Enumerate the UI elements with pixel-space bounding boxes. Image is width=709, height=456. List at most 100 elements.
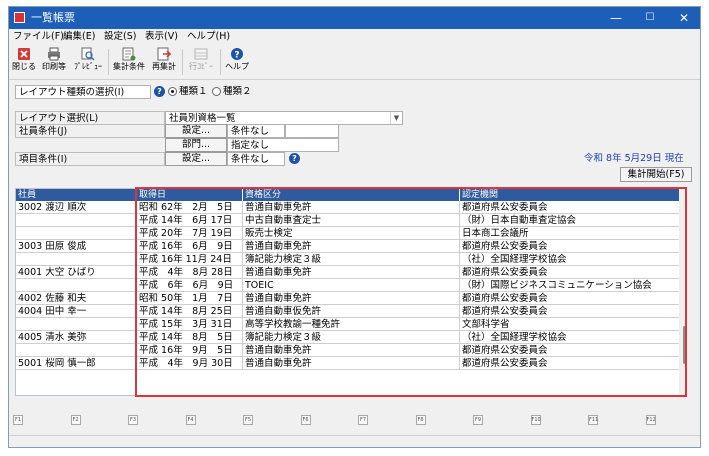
menu-edit[interactable]: 編集(E) — [63, 30, 95, 44]
cell-date[interactable]: 昭和 50年 1月 7日 — [137, 292, 243, 305]
cell-authority[interactable]: 都道府県公安委員会 — [460, 201, 686, 214]
layout-kind-option1-label[interactable]: 種類１ — [179, 85, 208, 99]
item-condition-help-icon[interactable]: ? — [289, 153, 300, 164]
maximize-button[interactable]: ☐ — [633, 7, 667, 29]
cell-employee[interactable] — [16, 279, 137, 292]
layout-kind-option2-label[interactable]: 種類２ — [223, 85, 252, 99]
function-key-f5[interactable]: F5 — [243, 415, 253, 425]
employee-settings-button[interactable]: 設定... — [165, 124, 227, 138]
cell-date[interactable]: 平成 14年 6月 17日 — [137, 214, 243, 227]
cell-employee[interactable]: 4002 佐藤 和夫 — [16, 292, 137, 305]
cell-date[interactable]: 平成 4年 9月 30日 — [137, 357, 243, 370]
cell-authority[interactable]: （財）国際ビジネスコミュニケーション協会 — [460, 279, 686, 292]
cell-date[interactable]: 平成 16年 9月 5日 — [137, 344, 243, 357]
cell-date[interactable]: 昭和 62年 2月 5日 — [137, 201, 243, 214]
cell-qualification[interactable]: 簿記能力検定３級 — [243, 253, 460, 266]
start-aggregation-button[interactable]: 集計開始(F5) — [620, 167, 692, 182]
cell-authority[interactable]: （財）日本自動車査定協会 — [460, 214, 686, 227]
cell-date[interactable]: 平成 15年 3月 31日 — [137, 318, 243, 331]
cell-employee[interactable] — [16, 253, 137, 266]
layout-kind-option2-radio[interactable] — [212, 87, 221, 96]
menu-file[interactable]: ファイル(F) — [13, 30, 64, 44]
function-key-f2[interactable]: F2 — [70, 415, 81, 425]
cell-date[interactable]: 平成 14年 8月 25日 — [137, 305, 243, 318]
cell-authority[interactable]: 都道府県公安委員会 — [460, 266, 686, 279]
function-key-f7[interactable]: F7 — [358, 415, 368, 425]
close-button[interactable]: 閉じる — [11, 46, 37, 78]
function-key-f12[interactable]: F12 — [645, 415, 656, 425]
column-header-authority[interactable]: 認定機関 — [460, 189, 686, 201]
minimize-button[interactable]: — — [599, 7, 633, 29]
cell-date[interactable]: 平成 14年 8月 5日 — [137, 331, 243, 344]
cell-qualification[interactable]: 普通自動車仮免許 — [243, 305, 460, 318]
table-row[interactable]: 4004 田中 幸一 平成 14年 8月 25日 普通自動車仮免許 都道府県公安委員会 — [16, 305, 686, 318]
column-header-employee[interactable]: 社員 — [16, 189, 137, 201]
cell-qualification[interactable]: 普通自動車免許 — [243, 292, 460, 305]
function-key-f3[interactable]: F3 — [128, 415, 138, 425]
cell-employee[interactable] — [16, 318, 137, 331]
close-window-button[interactable]: ✕ — [667, 7, 700, 29]
cell-date[interactable]: 平成 16年 6月 9日 — [137, 240, 243, 253]
table-row[interactable]: 3002 渡辺 順次 昭和 62年 2月 5日 普通自動車免許 都道府県公安委員会 — [16, 201, 686, 214]
cell-qualification[interactable]: 普通自動車免許 — [243, 266, 460, 279]
cell-qualification[interactable]: 中古自動車査定士 — [243, 214, 460, 227]
table-row[interactable]: 平成 16年 9月 5日 普通自動車免許 都道府県公安委員会 — [16, 344, 686, 357]
cell-date[interactable]: 平成 4年 8月 28日 — [137, 266, 243, 279]
help-button[interactable]: ? ヘルプ — [223, 46, 251, 78]
cell-qualification[interactable]: 普通自動車免許 — [243, 357, 460, 370]
cell-qualification[interactable]: 高等学校教諭一種免許 — [243, 318, 460, 331]
function-key-f4[interactable]: F4 — [185, 415, 196, 425]
cell-employee[interactable]: 4005 清水 美弥 — [16, 331, 137, 344]
table-row[interactable]: 4005 清水 美弥 平成 14年 8月 5日 簿記能力検定３級 （社）全国経理学校協… — [16, 331, 686, 344]
layout-kind-help-icon[interactable]: ? — [154, 86, 165, 97]
table-row[interactable]: 4002 佐藤 和夫 昭和 50年 1月 7日 普通自動車免許 都道府県公安委員会 — [16, 292, 686, 305]
menu-help[interactable]: ヘルプ(H) — [187, 30, 230, 44]
menu-view[interactable]: 表示(V) — [145, 30, 178, 44]
cell-employee[interactable]: 3003 田原 俊成 — [16, 240, 137, 253]
cell-authority[interactable]: （社）全国経理学校協会 — [460, 253, 686, 266]
cell-qualification[interactable]: 普通自動車免許 — [243, 344, 460, 357]
cell-qualification[interactable]: 普通自動車免許 — [243, 240, 460, 253]
function-key-f11[interactable]: F11 — [588, 415, 598, 425]
cell-qualification[interactable]: 販売士検定 — [243, 227, 460, 240]
cell-employee[interactable] — [16, 344, 137, 357]
menu-settings[interactable]: 設定(S) — [104, 30, 136, 44]
cell-authority[interactable]: （社）全国経理学校協会 — [460, 331, 686, 344]
cell-authority[interactable]: 都道府県公安委員会 — [460, 357, 686, 370]
column-header-date[interactable]: 取得日 — [137, 189, 243, 201]
cell-authority[interactable]: 日本商工会議所 — [460, 227, 686, 240]
column-header-qualification[interactable]: 資格区分 — [243, 189, 460, 201]
cell-employee[interactable]: 3002 渡辺 順次 — [16, 201, 137, 214]
cell-date[interactable]: 平成 6年 6月 9日 — [137, 279, 243, 292]
cell-authority[interactable]: 都道府県公安委員会 — [460, 344, 686, 357]
function-key-f10[interactable]: F10 — [530, 415, 541, 425]
aggregate-conditions-button[interactable]: 集計条件 — [111, 46, 147, 78]
table-row[interactable]: 平成 20年 7月 19日 販売士検定 日本商工会議所 — [16, 227, 686, 240]
print-button[interactable]: 印刷等 — [40, 46, 68, 78]
cell-qualification[interactable]: TOEIC — [243, 279, 460, 292]
layout-kind-option1-radio[interactable] — [168, 87, 177, 96]
cell-qualification[interactable]: 普通自動車免許 — [243, 201, 460, 214]
scrollbar-thumb[interactable] — [683, 326, 686, 364]
function-key-f8[interactable]: F8 — [415, 415, 426, 425]
row-copy-button[interactable]: 行ｺﾋﾟｰ — [185, 46, 217, 78]
function-key-f9[interactable]: F9 — [473, 415, 483, 425]
table-row[interactable]: 平成 14年 6月 17日 中古自動車査定士 （財）日本自動車査定協会 — [16, 214, 686, 227]
preview-button[interactable]: ﾌﾟﾚﾋﾞｭｰ — [71, 46, 105, 78]
cell-authority[interactable]: 都道府県公安委員会 — [460, 292, 686, 305]
cell-qualification[interactable]: 簿記能力検定３級 — [243, 331, 460, 344]
table-row[interactable]: 平成 15年 3月 31日 高等学校教諭一種免許 文部科学省 — [16, 318, 686, 331]
table-row[interactable]: 平成 16年 11月 24日 簿記能力検定３級 （社）全国経理学校協会 — [16, 253, 686, 266]
cell-date[interactable]: 平成 16年 11月 24日 — [137, 253, 243, 266]
table-row[interactable]: 3003 田原 俊成 平成 16年 6月 9日 普通自動車免許 都道府県公安委員会 — [16, 240, 686, 253]
cell-authority[interactable]: 都道府県公安委員会 — [460, 240, 686, 253]
cell-authority[interactable]: 都道府県公安委員会 — [460, 305, 686, 318]
cell-employee[interactable]: 4004 田中 幸一 — [16, 305, 137, 318]
cell-date[interactable]: 平成 20年 7月 19日 — [137, 227, 243, 240]
reaggregate-button[interactable]: 再集計 — [149, 46, 179, 78]
table-row[interactable]: 平成 6年 6月 9日 TOEIC （財）国際ビジネスコミュニケーション協会 — [16, 279, 686, 292]
cell-employee[interactable] — [16, 214, 137, 227]
function-key-f6[interactable]: F6 — [300, 415, 311, 425]
item-settings-button[interactable]: 設定... — [165, 152, 227, 166]
cell-employee[interactable] — [16, 227, 137, 240]
